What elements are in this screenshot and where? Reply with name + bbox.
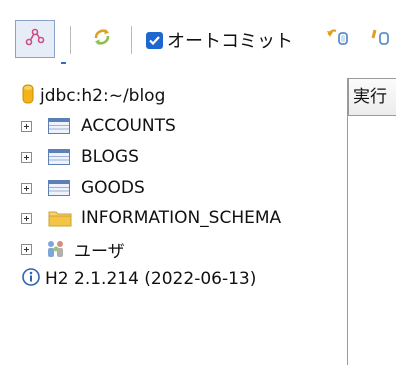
commit-button[interactable] xyxy=(370,20,396,58)
folder-icon xyxy=(48,209,72,227)
refresh-icon xyxy=(90,25,114,53)
users-label: ユーザ xyxy=(74,241,125,262)
tree-node-table-blogs[interactable]: BLOGS xyxy=(0,143,346,171)
users-icon xyxy=(45,239,67,259)
toolbar-separator xyxy=(131,26,132,54)
table-icon xyxy=(48,180,70,196)
focus-indicator xyxy=(61,62,66,64)
tree-node-schema[interactable]: INFORMATION_SCHEMA xyxy=(0,204,346,232)
rollback-icon xyxy=(326,26,350,52)
refresh-button[interactable] xyxy=(84,20,120,58)
commit-icon xyxy=(370,26,396,52)
execute-button[interactable]: 実行 xyxy=(348,78,396,116)
table-name: GOODS xyxy=(81,178,145,198)
info-icon xyxy=(22,267,40,291)
autocommit-checkbox[interactable] xyxy=(146,31,163,49)
auto-select-icon xyxy=(24,26,46,52)
result-panel: 実行 xyxy=(347,78,396,365)
table-name: BLOGS xyxy=(81,147,139,167)
auto-select-toggle-button[interactable] xyxy=(15,20,55,58)
tree-node-version: H2 2.1.214 (2022-06-13) xyxy=(0,265,346,293)
toolbar: オートコミット xyxy=(0,0,396,70)
table-icon xyxy=(48,149,70,165)
expand-icon[interactable] xyxy=(21,243,32,255)
tree-node-table-goods[interactable]: GOODS xyxy=(0,174,346,202)
expand-icon[interactable] xyxy=(21,182,32,194)
database-icon xyxy=(22,84,34,109)
table-icon xyxy=(48,118,70,134)
expand-icon[interactable] xyxy=(21,212,32,224)
schema-name: INFORMATION_SCHEMA xyxy=(81,208,282,228)
check-icon xyxy=(149,35,160,45)
expand-icon[interactable] xyxy=(21,151,32,163)
toolbar-separator xyxy=(70,26,71,54)
tree-node-connection[interactable]: jdbc:h2:~/blog xyxy=(0,82,346,110)
rollback-button[interactable] xyxy=(320,20,356,58)
tree-node-table-accounts[interactable]: ACCOUNTS xyxy=(0,112,346,140)
version-text: H2 2.1.214 (2022-06-13) xyxy=(45,269,257,289)
connection-url: jdbc:h2:~/blog xyxy=(40,86,166,106)
schema-tree: jdbc:h2:~/blog ACCOUNTS BLOGS GOODS INFO… xyxy=(0,80,346,365)
expand-icon[interactable] xyxy=(21,120,32,132)
table-name: ACCOUNTS xyxy=(81,116,176,136)
tree-node-users[interactable]: ユーザ xyxy=(0,235,346,263)
autocommit-label: オートコミット xyxy=(167,31,293,52)
autocommit-control[interactable]: オートコミット xyxy=(146,26,293,54)
